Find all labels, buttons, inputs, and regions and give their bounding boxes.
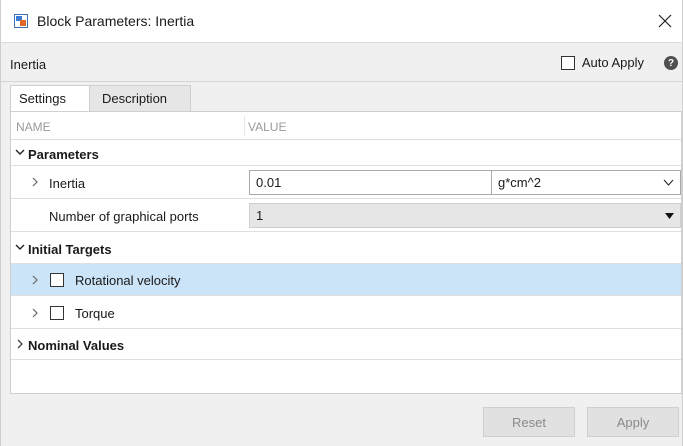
auto-apply-toggle[interactable]: Auto Apply: [560, 55, 644, 70]
graphical-ports-label: Number of graphical ports: [49, 209, 199, 224]
chevron-right-icon[interactable]: [30, 275, 40, 285]
column-divider: [244, 116, 245, 136]
section-label-nominal-values: Nominal Values: [28, 338, 125, 353]
rotational-velocity-checkbox[interactable]: [50, 273, 64, 287]
section-label-parameters: Parameters: [28, 147, 99, 162]
help-icon[interactable]: ?: [664, 56, 678, 70]
section-initial-targets[interactable]: Initial Targets: [11, 232, 681, 264]
rotational-velocity-label: Rotational velocity: [75, 273, 181, 288]
reset-button[interactable]: Reset: [483, 407, 575, 437]
section-nominal-values[interactable]: Nominal Values: [11, 329, 681, 360]
inertia-unit-value: g*cm^2: [498, 175, 541, 190]
column-header-name: NAME: [16, 120, 51, 134]
window-title: Block Parameters: Inertia: [37, 13, 195, 29]
column-header-row: NAME VALUE: [11, 112, 681, 140]
tab-bar: Settings Description: [10, 85, 191, 111]
graphical-ports-value: 1: [256, 208, 264, 223]
chevron-down-icon[interactable]: [15, 147, 25, 157]
close-icon: [658, 14, 672, 28]
parameter-table: NAME VALUE Parameters Inertia 0.01 g*cm^…: [10, 111, 682, 394]
graphical-ports-select[interactable]: 1: [249, 203, 681, 228]
caret-down-icon: [665, 213, 674, 219]
chevron-right-icon[interactable]: [30, 177, 40, 187]
chevron-down-icon: [663, 179, 674, 186]
column-header-value: VALUE: [248, 120, 287, 134]
target-row-rotational-velocity[interactable]: Rotational velocity: [11, 264, 681, 296]
chevron-right-icon[interactable]: [15, 339, 25, 349]
block-parameters-icon: [14, 14, 28, 28]
auto-apply-label: Auto Apply: [581, 55, 644, 70]
target-row-torque[interactable]: Torque: [11, 296, 681, 329]
inertia-unit-select[interactable]: g*cm^2: [492, 170, 681, 195]
tab-description[interactable]: Description: [90, 85, 191, 111]
torque-label: Torque: [75, 306, 115, 321]
section-parameters[interactable]: Parameters: [11, 140, 681, 166]
torque-checkbox[interactable]: [50, 306, 64, 320]
block-name: Inertia: [10, 57, 47, 72]
tab-settings[interactable]: Settings: [10, 85, 90, 111]
apply-button[interactable]: Apply: [587, 407, 679, 437]
inertia-label: Inertia: [49, 176, 86, 191]
chevron-down-icon[interactable]: [15, 242, 25, 252]
param-row-graphical-ports: Number of graphical ports 1: [11, 199, 681, 232]
block-parameters-dialog: Block Parameters: Inertia Inertia Auto A…: [0, 0, 683, 446]
close-button[interactable]: [654, 9, 676, 33]
chevron-right-icon[interactable]: [30, 308, 40, 318]
block-header: Inertia Auto Apply ?: [1, 44, 682, 82]
title-bar[interactable]: Block Parameters: Inertia: [1, 0, 682, 43]
param-row-inertia: Inertia 0.01 g*cm^2: [11, 166, 681, 199]
auto-apply-checkbox[interactable]: [560, 55, 575, 70]
inertia-value-input[interactable]: 0.01: [249, 170, 492, 195]
section-label-initial-targets: Initial Targets: [28, 242, 112, 257]
